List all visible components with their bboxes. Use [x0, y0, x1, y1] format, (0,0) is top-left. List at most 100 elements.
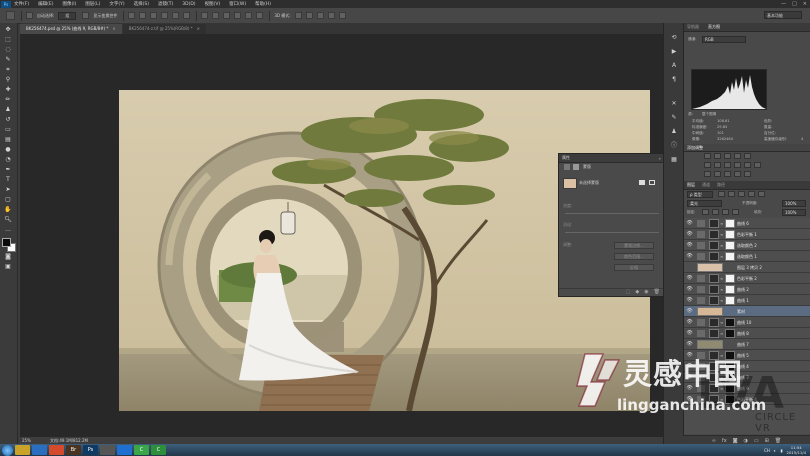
menu-window[interactable]: 窗口(W): [229, 1, 246, 7]
dodge-tool-icon[interactable]: ◔: [3, 156, 13, 164]
threshold-icon[interactable]: [724, 171, 731, 177]
layer-row[interactable]: 👁︎ ∞ 曲线 6: [684, 218, 810, 229]
exposure-icon[interactable]: [734, 153, 741, 159]
distribute-middle-icon[interactable]: [212, 12, 220, 19]
3d-rotate-icon[interactable]: [294, 12, 302, 19]
levels-icon[interactable]: [714, 153, 721, 159]
brush-tool-icon[interactable]: ✏: [3, 96, 13, 104]
link-chain-icon[interactable]: ∞: [720, 287, 724, 292]
menu-filter[interactable]: 滤镜(T): [158, 1, 173, 7]
link-chain-icon[interactable]: ∞: [720, 320, 724, 325]
align-left-icon[interactable]: [161, 12, 169, 19]
menu-view[interactable]: 视图(V): [205, 1, 221, 7]
mask-edge-button[interactable]: 蒙版边缘...: [614, 242, 654, 249]
opacity-input[interactable]: 100%: [782, 200, 806, 207]
visibility-eye-icon[interactable]: 👁︎: [686, 308, 693, 315]
taskbar-app-explorer[interactable]: [15, 445, 30, 455]
apply-mask-icon[interactable]: ◆: [635, 289, 639, 296]
select-pixel-mask-icon[interactable]: [639, 180, 645, 185]
move-tool-preset-icon[interactable]: [6, 11, 15, 20]
quick-select-tool-icon[interactable]: ✎: [3, 56, 13, 64]
taskbar-app-chrome[interactable]: [49, 445, 64, 455]
menu-help[interactable]: 帮助(H): [255, 1, 271, 7]
density-slider[interactable]: [565, 213, 659, 214]
layer-row[interactable]: 👁︎ ∞ 曲线 1: [684, 295, 810, 306]
move-tool-icon[interactable]: ✥: [3, 26, 13, 34]
layer-row[interactable]: 👁︎ ∞ 素材: [684, 306, 810, 317]
menu-edit[interactable]: 编辑(E): [38, 1, 53, 7]
taskbar-app-ie2[interactable]: [117, 445, 132, 455]
link-chain-icon[interactable]: ∞: [720, 276, 724, 281]
close-tab-icon[interactable]: ×: [197, 26, 200, 31]
layer-row[interactable]: 👁︎ ∞ 色彩平衡 2: [684, 273, 810, 284]
link-chain-icon[interactable]: ∞: [720, 243, 724, 248]
lasso-tool-icon[interactable]: ◌: [3, 46, 13, 54]
layer-row[interactable]: 👁︎ ∞ 曲线 2: [684, 284, 810, 295]
pen-tool-icon[interactable]: ✒: [3, 166, 13, 174]
selective-color-icon[interactable]: [744, 171, 751, 177]
volume-icon[interactable]: 🔈︎: [774, 448, 776, 453]
filter-pixel-icon[interactable]: [718, 191, 725, 197]
clock[interactable]: 11:54 2015/11/4: [787, 445, 806, 455]
filter-shape-icon[interactable]: [748, 191, 755, 197]
visibility-eye-icon[interactable]: 👁︎: [686, 242, 693, 249]
filter-adjust-icon[interactable]: [728, 191, 735, 197]
workspace-switcher[interactable]: 基本功能: [764, 11, 802, 19]
layers-panel-header[interactable]: 图层 通道 路径: [684, 181, 810, 190]
layer-row[interactable]: 👁︎ ∞ 图层 3 拷贝 2: [684, 262, 810, 273]
quick-mask-icon[interactable]: ◙: [3, 253, 13, 261]
properties-panel[interactable]: 属性 » 蒙版 未选择蒙版 浓度: 羽化: 调整: 蒙版边缘... 颜色范围..…: [558, 153, 665, 297]
auto-select-checkbox[interactable]: [26, 12, 33, 19]
3d-scale-icon[interactable]: [338, 12, 346, 19]
layer-row[interactable]: 👁︎ ∞ 曲线 8: [684, 328, 810, 339]
layer-mask-thumbnail[interactable]: [725, 296, 735, 305]
link-chain-icon[interactable]: ∞: [720, 331, 724, 336]
tab-channels[interactable]: 通道: [702, 181, 710, 189]
distribute-left-icon[interactable]: [234, 12, 242, 19]
brightness-contrast-icon[interactable]: [704, 153, 711, 159]
load-selection-icon[interactable]: ⬚: [626, 289, 631, 296]
hand-tool-icon[interactable]: ✋: [3, 206, 13, 214]
gradient-tool-icon[interactable]: ▤: [3, 136, 13, 144]
layer-mask-thumbnail[interactable]: [725, 329, 735, 338]
feather-slider[interactable]: [565, 232, 659, 233]
lock-position-icon[interactable]: [722, 209, 729, 215]
taskbar-app-bridge[interactable]: Br: [66, 445, 81, 455]
align-top-icon[interactable]: [128, 12, 136, 19]
link-chain-icon[interactable]: ∞: [720, 298, 724, 303]
taskbar-app-photoshop[interactable]: Ps: [83, 445, 98, 455]
vibrance-icon[interactable]: [744, 153, 751, 159]
photo-filter-icon[interactable]: [734, 162, 741, 168]
layer-mask-thumbnail[interactable]: [725, 252, 735, 261]
color-range-button[interactable]: 颜色范围...: [614, 253, 654, 260]
histogram-panel-header[interactable]: 导航器 直方图: [684, 23, 810, 32]
black-white-icon[interactable]: [724, 162, 731, 168]
path-selection-tool-icon[interactable]: ➤: [3, 186, 13, 194]
taskbar-app-camtasia2[interactable]: C: [151, 445, 166, 455]
eraser-tool-icon[interactable]: ▭: [3, 126, 13, 134]
invert-button[interactable]: 反相: [614, 264, 654, 271]
actions-icon[interactable]: ▶: [669, 47, 679, 56]
3d-roll-icon[interactable]: [305, 12, 313, 19]
character-icon[interactable]: A: [669, 61, 679, 70]
layer-row[interactable]: 👁︎ ∞ 选取颜色 2: [684, 240, 810, 251]
distribute-center-icon[interactable]: [245, 12, 253, 19]
close-tab-icon[interactable]: ×: [112, 26, 115, 31]
hue-saturation-icon[interactable]: [704, 162, 711, 168]
taskbar-app-camtasia[interactable]: C: [134, 445, 149, 455]
layer-row[interactable]: 👁︎ ∞ 曲线 10: [684, 317, 810, 328]
visibility-eye-icon[interactable]: 👁︎: [686, 330, 693, 337]
color-balance-icon[interactable]: [714, 162, 721, 168]
layer-row[interactable]: 👁︎ ∞ 色彩平衡 1: [684, 229, 810, 240]
align-middle-icon[interactable]: [139, 12, 147, 19]
clone-stamp-tool-icon[interactable]: ♟: [3, 106, 13, 114]
visibility-eye-icon[interactable]: 👁︎: [686, 231, 693, 238]
info-icon[interactable]: ⓘ: [669, 141, 679, 150]
type-tool-icon[interactable]: T: [3, 176, 13, 184]
tab-layers[interactable]: 图层: [687, 181, 695, 189]
pixel-mask-icon[interactable]: [564, 164, 570, 170]
layer-mask-thumbnail[interactable]: [725, 318, 735, 327]
filter-type-icon[interactable]: [738, 191, 745, 197]
menu-image[interactable]: 图像(I): [62, 1, 76, 7]
history-icon[interactable]: ⟲: [669, 33, 679, 42]
